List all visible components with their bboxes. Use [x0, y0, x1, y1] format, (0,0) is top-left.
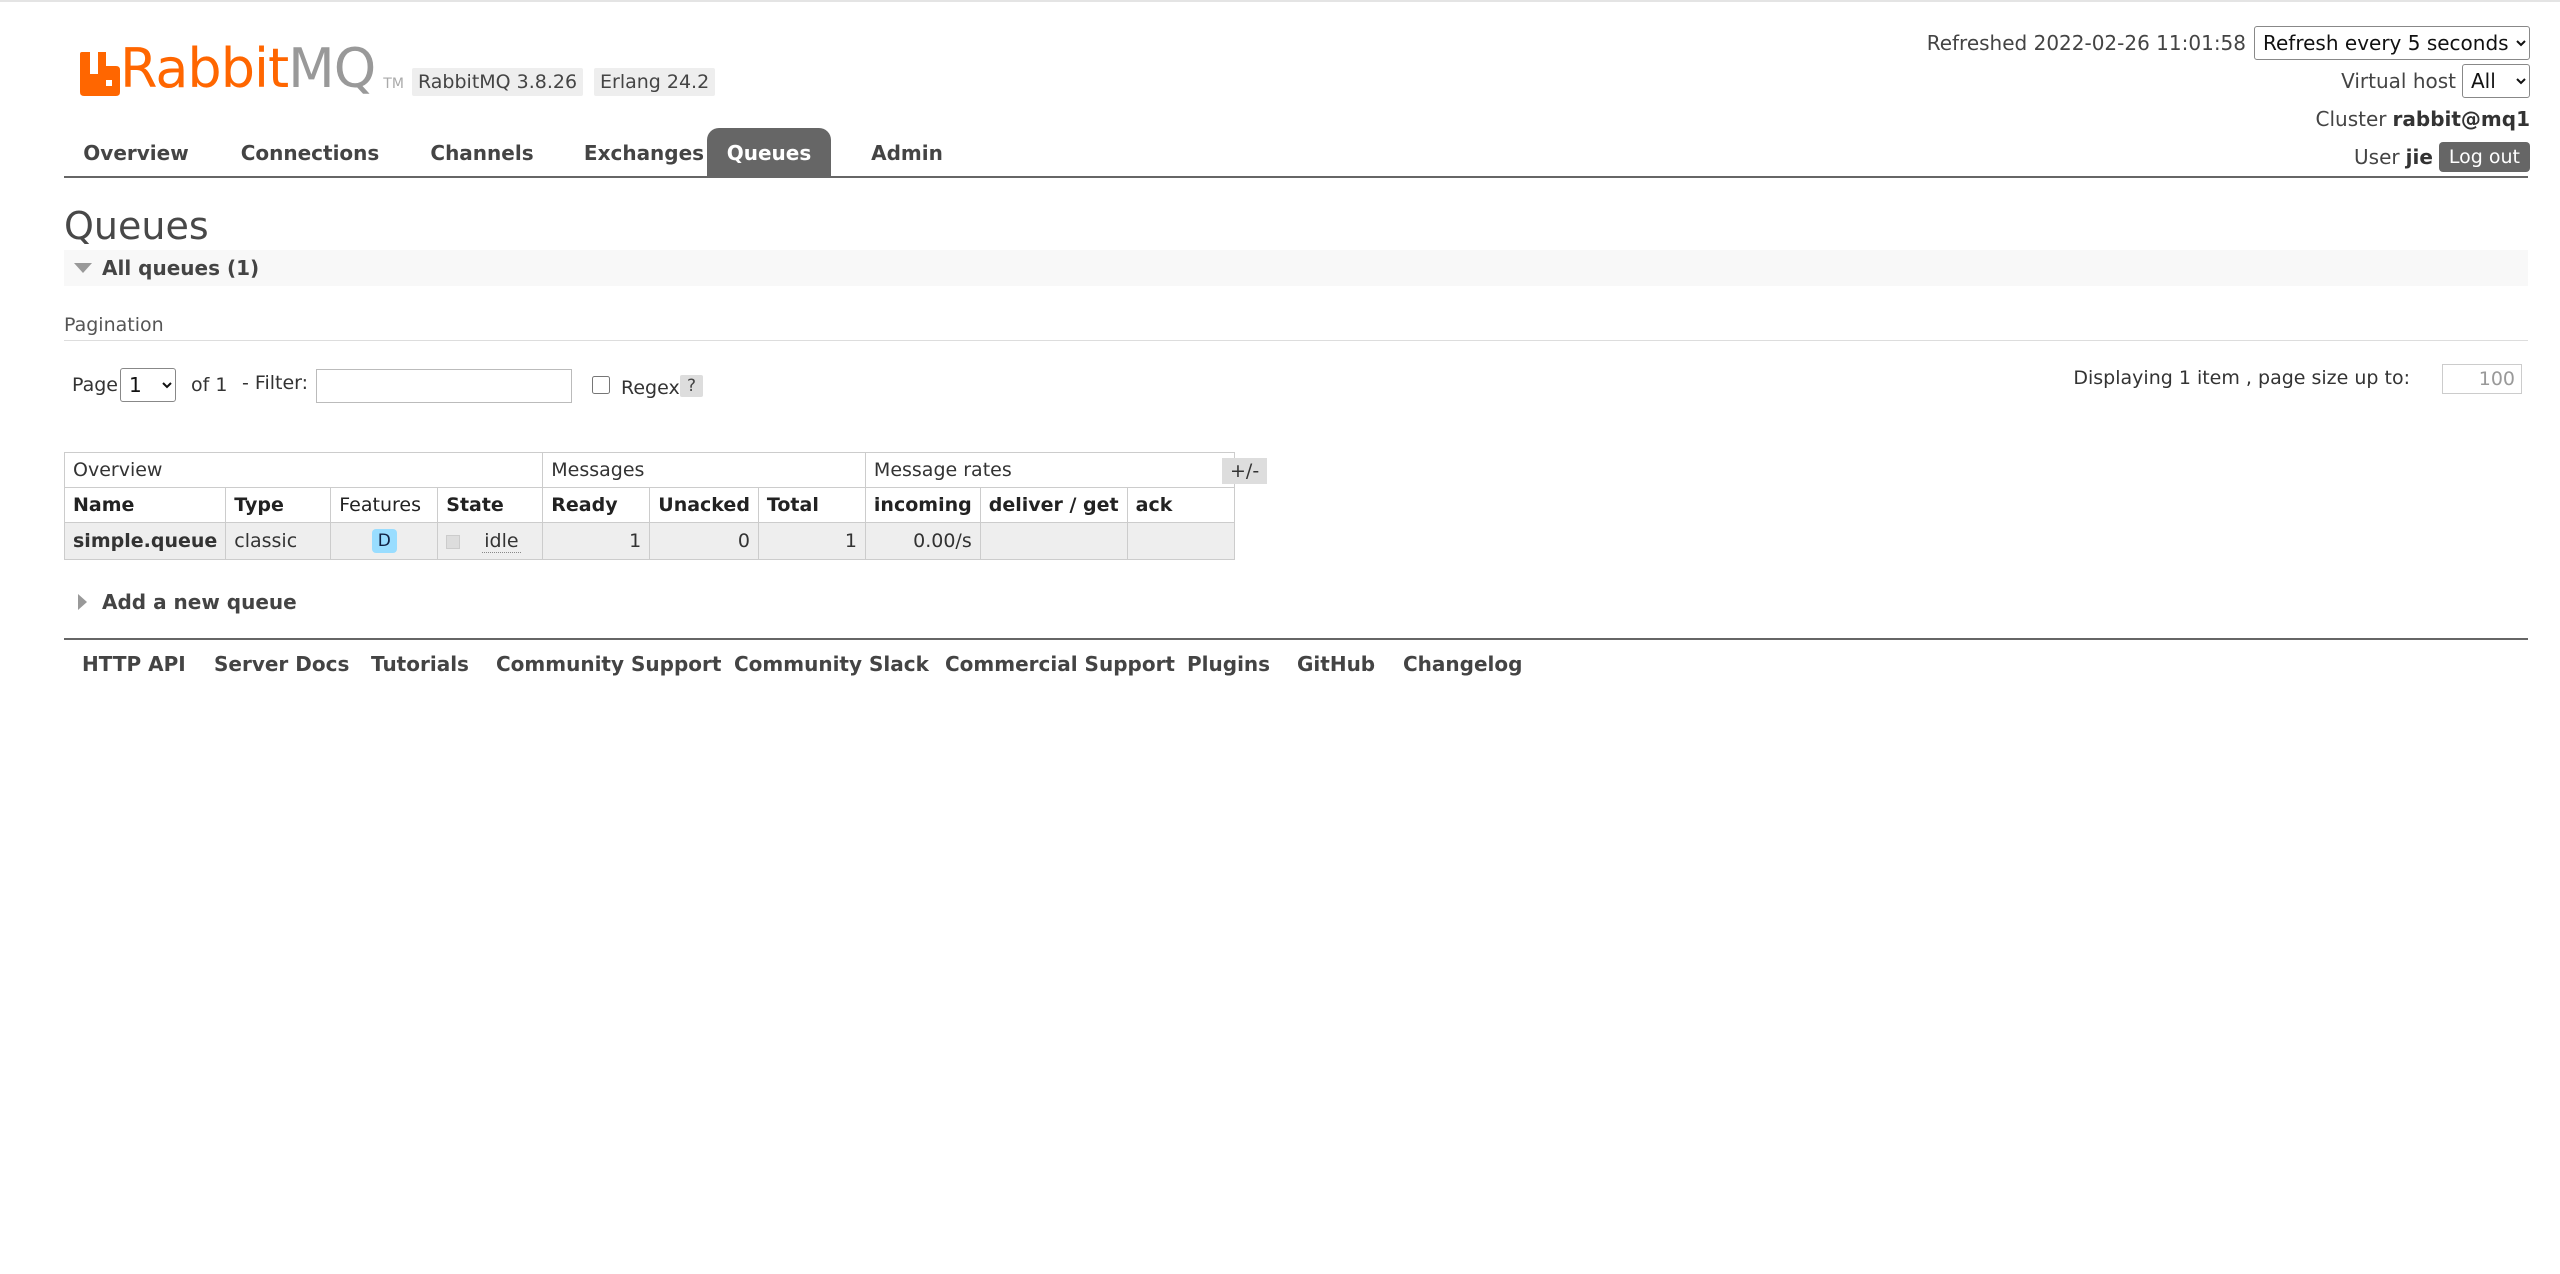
queue-features-cell: D	[330, 522, 439, 560]
logo-rabbit-text: Rabbit	[120, 37, 289, 100]
section-title: All queues (1)	[102, 256, 260, 280]
collapse-triangle-icon	[74, 263, 92, 273]
logo-mq-text: MQ	[288, 37, 376, 100]
refresh-interval-select[interactable]: Refresh every 5 seconds	[2254, 26, 2530, 60]
page-select[interactable]: 1	[120, 368, 176, 402]
footer-link-github[interactable]: GitHub	[1297, 652, 1375, 676]
add-queue-section-toggle[interactable]: Add a new queue	[64, 584, 364, 620]
footer: HTTP API Server Docs Tutorials Community…	[64, 638, 2528, 680]
queue-total: 1	[757, 522, 866, 560]
table-row: simple.queue classic D idle 1 0 1 0.00/s	[63, 522, 1235, 560]
col-header-ready[interactable]: Ready	[542, 487, 651, 523]
queue-ack-rate	[1126, 522, 1235, 560]
add-queue-label: Add a new queue	[102, 590, 297, 614]
col-header-type[interactable]: Type	[225, 487, 332, 523]
page-size-input[interactable]	[2442, 364, 2522, 394]
expand-triangle-icon	[78, 594, 87, 610]
pagination-divider	[64, 340, 2528, 341]
refreshed-timestamp: Refreshed 2022-02-26 11:01:58	[1926, 31, 2246, 55]
footer-link-http-api[interactable]: HTTP API	[82, 652, 186, 676]
rabbitmq-logo[interactable]: Rabbit MQ TM	[80, 40, 404, 96]
tab-connections[interactable]: Connections	[224, 128, 396, 176]
col-header-features: Features	[330, 487, 439, 523]
col-header-name[interactable]: Name	[63, 487, 227, 523]
queue-deliver-get-rate	[979, 522, 1128, 560]
all-queues-section-toggle[interactable]: All queues (1)	[64, 250, 2528, 286]
queue-ready: 1	[542, 522, 651, 560]
queue-state-cell: idle	[437, 522, 544, 560]
tab-channels[interactable]: Channels	[410, 128, 554, 176]
page-label: Page	[72, 374, 118, 396]
queues-table: Overview Messages Message rates Name Typ…	[63, 452, 1235, 560]
columns-toggle-button[interactable]: +/-	[1222, 458, 1268, 484]
displaying-label: Displaying 1 item , page size up to:	[2073, 367, 2410, 389]
footer-link-server-docs[interactable]: Server Docs	[214, 652, 349, 676]
filter-label: - Filter:	[242, 372, 309, 394]
logo-tm-text: TM	[383, 76, 404, 92]
footer-link-changelog[interactable]: Changelog	[1403, 652, 1522, 676]
col-header-state[interactable]: State	[437, 487, 544, 523]
main-nav: Overview Connections Channels Exchanges …	[64, 128, 2528, 178]
durable-feature-badge: D	[371, 529, 397, 553]
tab-queues[interactable]: Queues	[707, 128, 831, 176]
page-count-label: of 1	[191, 374, 228, 396]
tab-overview[interactable]: Overview	[64, 128, 208, 176]
queue-incoming-rate: 0.00/s	[864, 522, 981, 560]
footer-link-plugins[interactable]: Plugins	[1187, 652, 1270, 676]
footer-link-community-slack[interactable]: Community Slack	[734, 652, 929, 676]
col-header-total[interactable]: Total	[757, 487, 866, 523]
footer-link-tutorials[interactable]: Tutorials	[371, 652, 469, 676]
footer-link-commercial-support[interactable]: Commercial Support	[945, 652, 1175, 676]
regex-help-button[interactable]: ?	[680, 375, 704, 397]
tab-admin[interactable]: Admin	[850, 128, 964, 176]
pagination-heading: Pagination	[64, 314, 164, 336]
rabbitmq-version-badge: RabbitMQ 3.8.26	[412, 68, 584, 96]
group-header-overview: Overview	[63, 452, 544, 488]
virtual-host-label: Virtual host	[2341, 69, 2456, 93]
col-header-incoming[interactable]: incoming	[864, 487, 981, 523]
group-header-messages: Messages	[542, 452, 866, 488]
queue-name-link[interactable]: simple.queue	[63, 522, 227, 560]
tab-exchanges[interactable]: Exchanges	[558, 128, 730, 176]
state-indicator-icon	[446, 534, 461, 549]
col-header-deliver-get[interactable]: deliver / get	[979, 487, 1128, 523]
footer-link-community-support[interactable]: Community Support	[496, 652, 721, 676]
group-header-message-rates: Message rates	[864, 452, 1235, 488]
rabbit-logo-icon	[80, 52, 120, 96]
page-title: Queues	[64, 204, 209, 248]
regex-label: Regex	[621, 377, 680, 399]
queue-type: classic	[225, 522, 332, 560]
queue-state: idle	[482, 530, 521, 553]
col-header-ack[interactable]: ack	[1126, 487, 1235, 523]
queue-unacked: 0	[649, 522, 759, 560]
virtual-host-select[interactable]: All	[2462, 64, 2530, 98]
erlang-version-badge: Erlang 24.2	[594, 68, 716, 96]
col-header-unacked[interactable]: Unacked	[649, 487, 759, 523]
filter-input[interactable]	[316, 369, 572, 403]
regex-checkbox[interactable]	[592, 376, 610, 394]
